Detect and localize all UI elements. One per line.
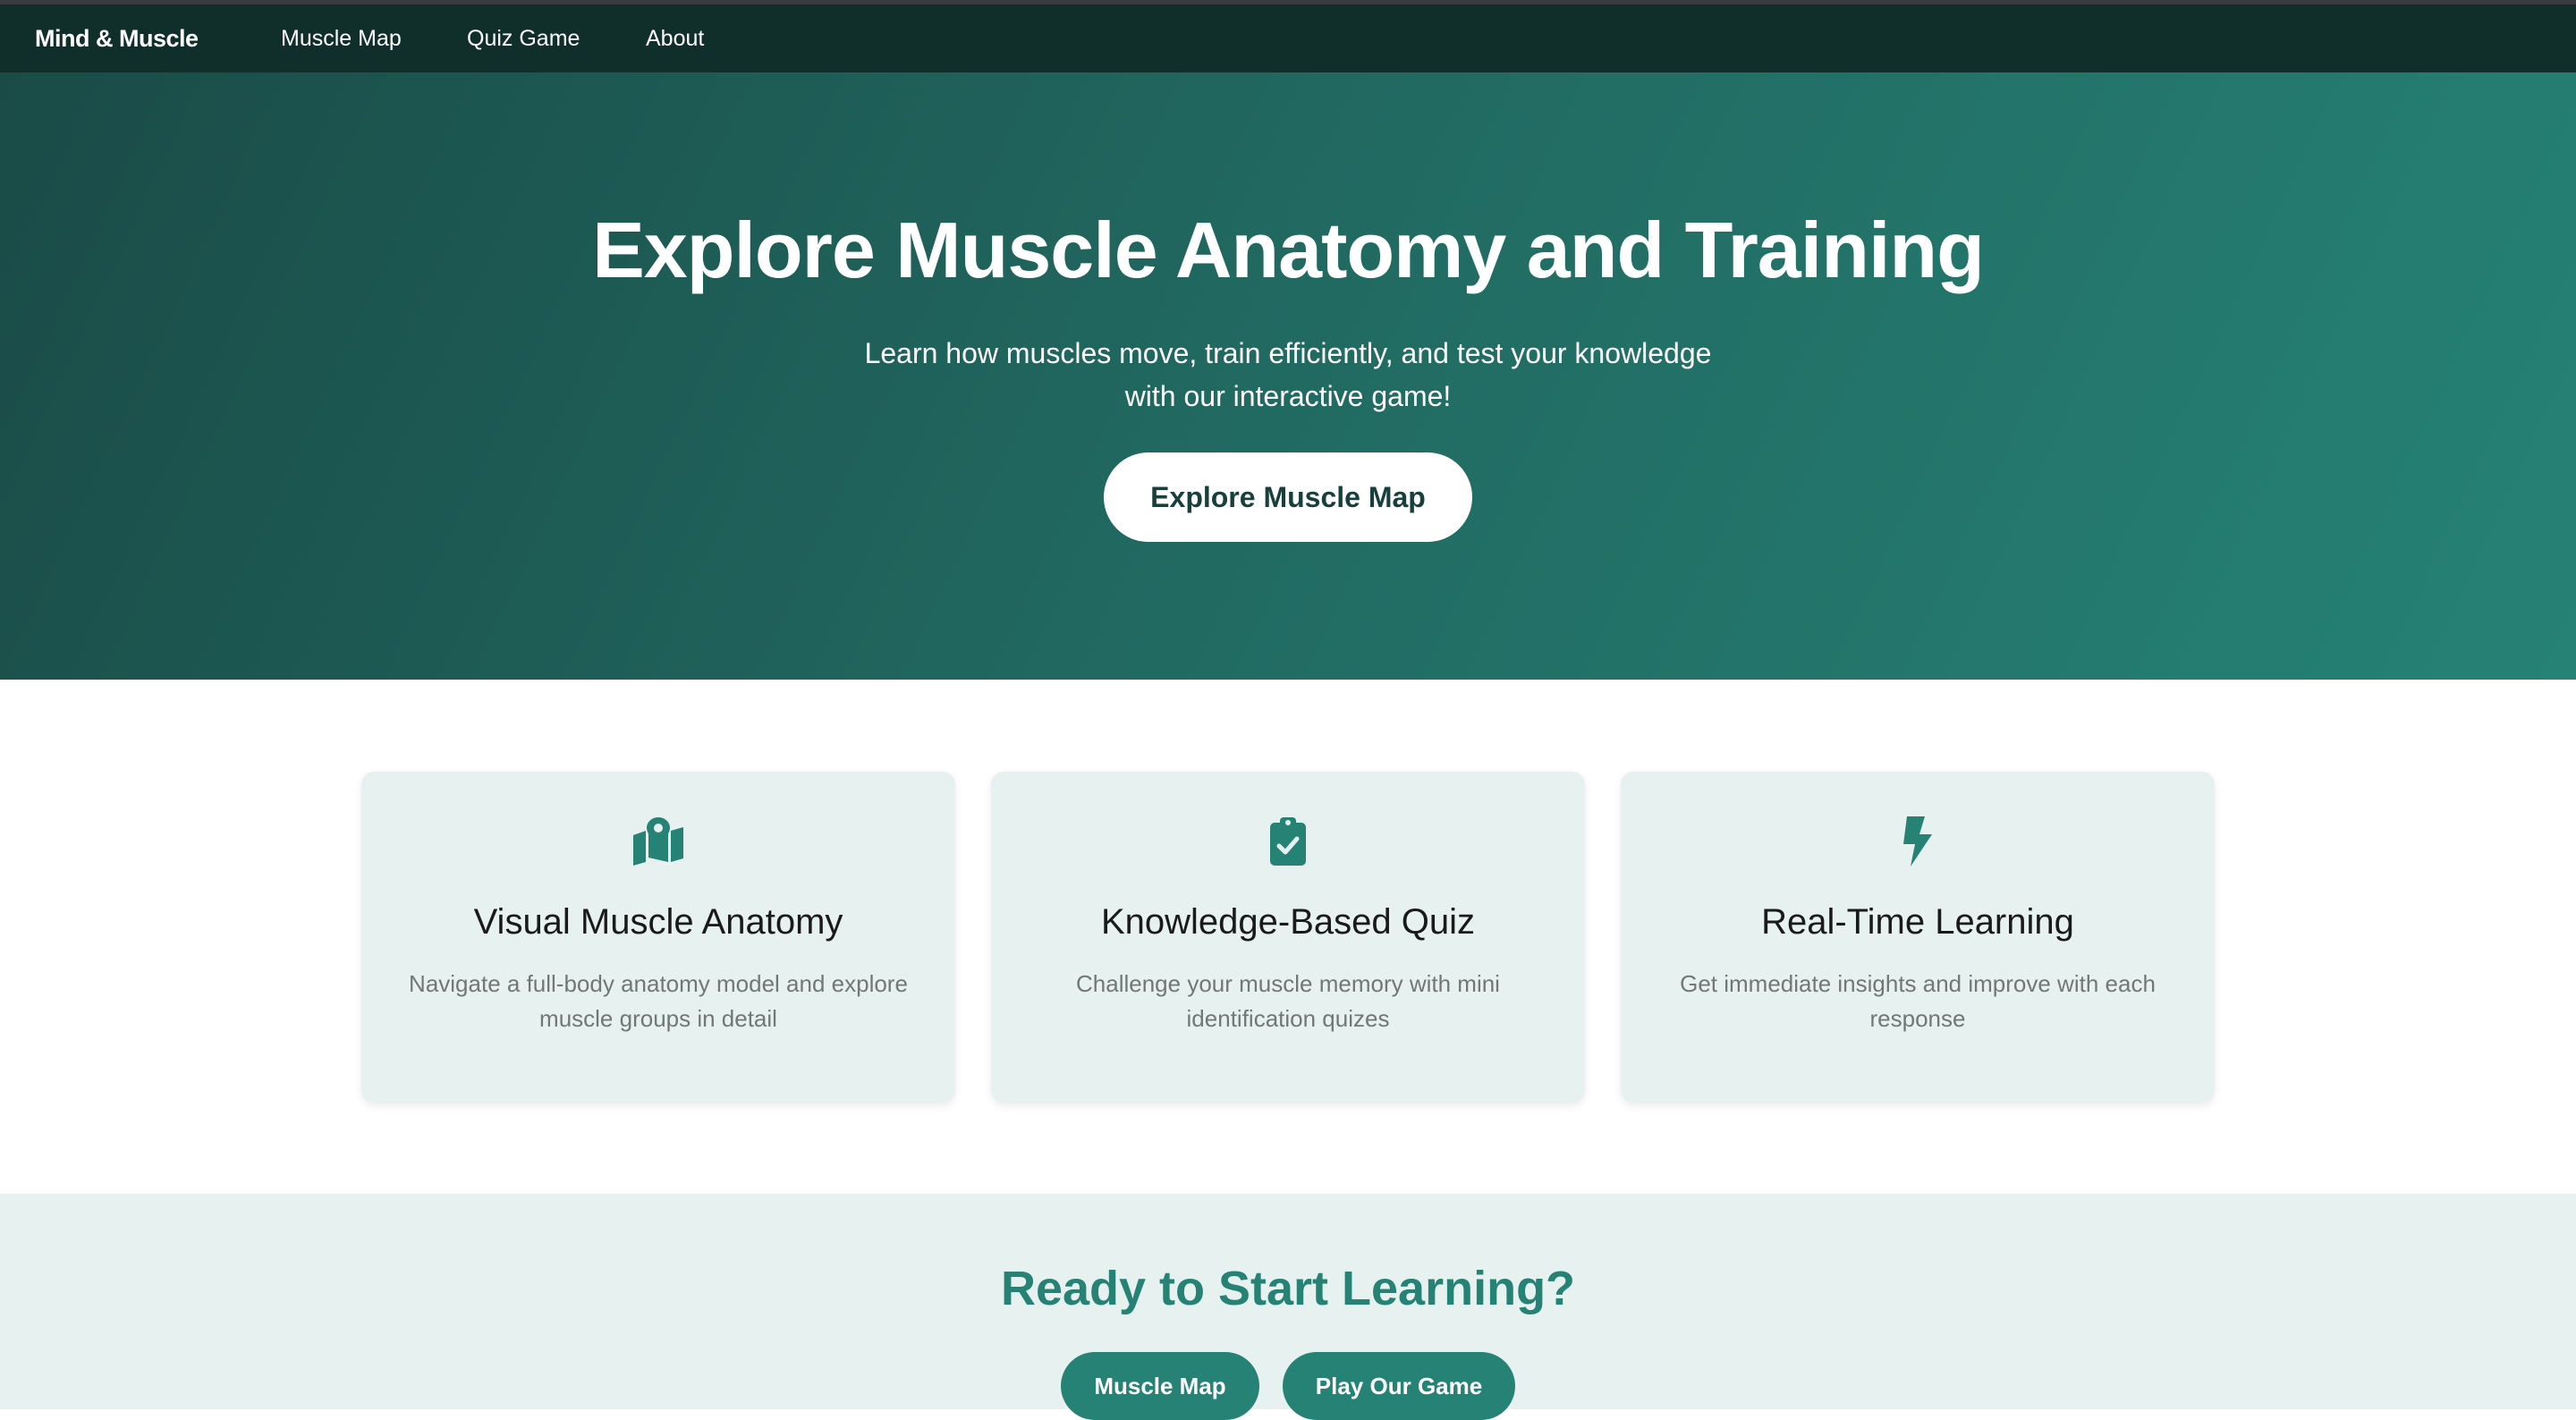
cta-title: Ready to Start Learning? [1000,1262,1576,1315]
nav-link-quiz-game[interactable]: Quiz Game [467,4,580,72]
cta-section: Ready to Start Learning? Muscle Map Play… [0,1194,2576,1420]
cta-muscle-map-button[interactable]: Muscle Map [1061,1352,1259,1420]
explore-muscle-map-button[interactable]: Explore Muscle Map [1104,452,1472,542]
map-location-icon [361,815,955,868]
feature-description: Navigate a full-body anatomy model and e… [409,970,908,1032]
feature-card-knowledge-quiz: Knowledge-Based Quiz Challenge your musc… [991,772,1585,1103]
lightning-bolt-icon [1621,815,2215,868]
cta-play-game-button[interactable]: Play Our Game [1283,1352,1515,1420]
feature-card-visual-anatomy: Visual Muscle Anatomy Navigate a full-bo… [361,772,955,1103]
clipboard-check-icon [991,815,1585,868]
hero-subtitle: Learn how muscles move, train efficientl… [864,337,1712,412]
hero-section: Explore Muscle Anatomy and Training Lear… [0,72,2576,680]
nav-link-about[interactable]: About [646,4,704,72]
nav-link-muscle-map[interactable]: Muscle Map [281,4,402,72]
top-navbar: Mind & Muscle Muscle Map Quiz Game About [0,4,2576,72]
feature-title: Knowledge-Based Quiz [1100,902,1476,942]
feature-description: Challenge your muscle memory with mini i… [1076,970,1500,1032]
feature-description: Get immediate insights and improve with … [1680,970,2156,1032]
feature-card-real-time-learning: Real-Time Learning Get immediate insight… [1621,772,2215,1103]
features-section: Visual Muscle Anatomy Navigate a full-bo… [0,680,2576,1194]
brand-logo[interactable]: Mind & Muscle [35,4,199,72]
hero-title: Explore Muscle Anatomy and Training [592,206,1985,294]
feature-title: Real-Time Learning [1761,902,2074,942]
feature-title: Visual Muscle Anatomy [473,902,843,942]
